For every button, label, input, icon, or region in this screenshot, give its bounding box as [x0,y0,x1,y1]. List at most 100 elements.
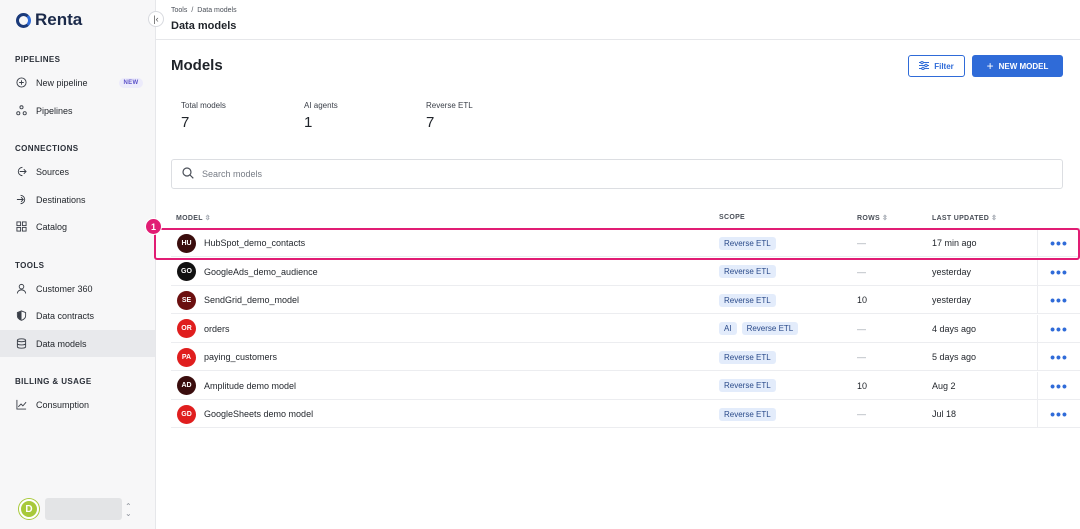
search-input[interactable] [202,169,602,179]
user-icon [16,283,27,294]
source-icon [16,166,27,177]
section-title-pipelines: PIPELINES [15,55,61,64]
sidebar-item-label: Destinations [36,194,86,205]
column-label: MODEL [176,214,203,222]
model-name[interactable]: Amplitude demo model [204,381,296,391]
breadcrumb-tools[interactable]: Tools [171,7,187,14]
breadcrumb-data-models[interactable]: Data models [197,7,236,14]
column-header-model[interactable]: MODEL ⇳ [176,214,211,223]
sidebar-item-label: Consumption [36,399,90,410]
sidebar-item-label: Catalog [36,221,68,232]
sidebar-item-label: Customer 360 [36,283,93,294]
column-header-scope: SCOPE [719,214,745,221]
sidebar-item-label: Data models [36,338,87,349]
scope-badge: Reverse ETL [741,322,799,335]
sidebar-item-consumption[interactable]: Consumption [0,391,155,418]
sidebar-item-sources[interactable]: Sources [0,158,155,185]
rows-cell: — [857,238,866,248]
destination-icon [16,194,27,205]
filter-label: Filter [934,61,954,71]
more-options-icon[interactable]: ••• [1037,257,1080,286]
sidebar-item-pipelines[interactable]: Pipelines [0,97,155,124]
sidebar-item-new-pipeline[interactable]: New pipeline NEW [0,69,155,96]
more-options-icon[interactable]: ••• [1037,343,1080,371]
breadcrumb-separator: / [191,7,194,14]
last-updated-cell: 4 days ago [932,323,977,334]
scope-cell: AI Reverse ETL [719,315,803,343]
stat-label: Total models [181,101,226,110]
brand-logo[interactable]: Renta [16,10,82,30]
more-options-icon[interactable]: ••• [1037,286,1080,314]
table-row[interactable]: GD GoogleSheets demo model Reverse ETL — Jul… [171,400,1080,428]
last-updated-cell: Jul 18 [932,409,957,419]
last-updated-cell: 5 days ago [932,352,977,362]
section-title-billing: BILLING & USAGE [15,377,92,386]
table-row[interactable]: OR orders AI Reverse ETL — 4 days ago ••• [171,314,1080,343]
scope-badge: Reverse ETL [719,265,776,278]
rows-cell: 10 [857,295,868,305]
section-title-tools: TOOLS [15,261,45,270]
model-name[interactable]: paying_customers [204,352,277,362]
collapse-sidebar-icon[interactable]: |‹ [148,11,164,27]
model-cell: AD Amplitude demo model [177,372,296,400]
scope-badge: Reverse ETL [719,379,776,392]
stat-reverse-etl: Reverse ETL 7 [426,101,473,131]
stat-total-models: Total models 7 [181,101,226,131]
scope-cell: Reverse ETL [719,286,781,314]
model-name[interactable]: SendGrid_demo_model [204,295,299,305]
column-header-last-updated[interactable]: LAST UPDATED ⇳ [932,214,998,223]
model-name[interactable]: GoogleSheets demo model [204,409,313,419]
model-avatar: HU [177,233,196,253]
model-cell: GO GoogleAds_demo_audience [177,258,318,286]
section-title-connections: CONNECTIONS [15,144,79,153]
more-options-icon[interactable]: ••• [1037,314,1080,343]
user-name-redacted [45,498,122,520]
chevron-up-down-icon[interactable]: ⌃ ⌄ [125,503,132,518]
table-row[interactable]: AD Amplitude demo model Reverse ETL 10 Aug 2… [171,371,1080,400]
more-options-icon[interactable]: ••• [1037,371,1080,400]
sidebar-item-data-contracts[interactable]: Data contracts [0,302,155,329]
sidebar-item-label: New pipeline [36,77,88,88]
sidebar: Renta PIPELINES New pipeline NEW Pipelin… [0,0,156,529]
model-avatar: AD [177,376,196,395]
last-updated-cell: 17 min ago [932,238,977,248]
page-title: Models [171,57,223,74]
annotation-marker: 1 [145,218,162,235]
stat-value: 7 [426,114,435,131]
search-bar[interactable] [171,159,1063,189]
sidebar-item-data-models[interactable]: Data models [0,330,155,357]
more-options-icon[interactable]: ••• [1037,400,1080,428]
new-model-button[interactable]: + NEW MODEL [972,55,1063,77]
sidebar-item-catalog[interactable]: Catalog [0,213,155,240]
table-row[interactable]: PA paying_customers Reverse ETL — 5 days ago… [171,343,1080,371]
filter-icon [919,60,930,72]
table-row[interactable]: HU HubSpot_demo_contacts Reverse ETL — 17 mi… [171,229,1080,257]
model-cell: OR orders [177,315,230,343]
avatar: D [19,499,39,519]
scope-badge: Reverse ETL [719,236,776,250]
scope-badge: Reverse ETL [719,293,776,307]
rows-cell: 10 [857,380,868,391]
model-avatar: GD [177,404,196,424]
sidebar-item-destinations[interactable]: Destinations [0,186,155,213]
column-header-rows[interactable]: ROWS ⇳ [857,214,889,223]
table-row[interactable]: GO GoogleAds_demo_audience Reverse ETL — yes… [171,257,1080,286]
sidebar-item-customer-360[interactable]: Customer 360 [0,275,155,302]
sort-icon: ⇳ [881,215,889,222]
model-cell: SE SendGrid_demo_model [177,286,299,314]
stat-label: Reverse ETL [426,101,473,110]
model-name[interactable]: GoogleAds_demo_audience [204,267,318,277]
scope-cell: Reverse ETL [719,400,781,428]
column-label: LAST UPDATED [932,214,990,222]
model-cell: PA paying_customers [177,343,277,371]
table-row[interactable]: SE SendGrid_demo_model Reverse ETL 10 yester… [171,286,1080,314]
model-name[interactable]: orders [204,324,230,334]
sort-icon: ⇳ [991,215,998,222]
sidebar-item-label: Data contracts [36,310,95,321]
model-name[interactable]: HubSpot_demo_contacts [204,238,305,248]
more-options-icon[interactable]: ••• [1037,229,1080,257]
user-menu[interactable]: D [19,498,122,520]
filter-button[interactable]: Filter [908,55,965,77]
last-updated-cell: yesterday [932,266,972,277]
rows-cell: — [857,266,866,277]
